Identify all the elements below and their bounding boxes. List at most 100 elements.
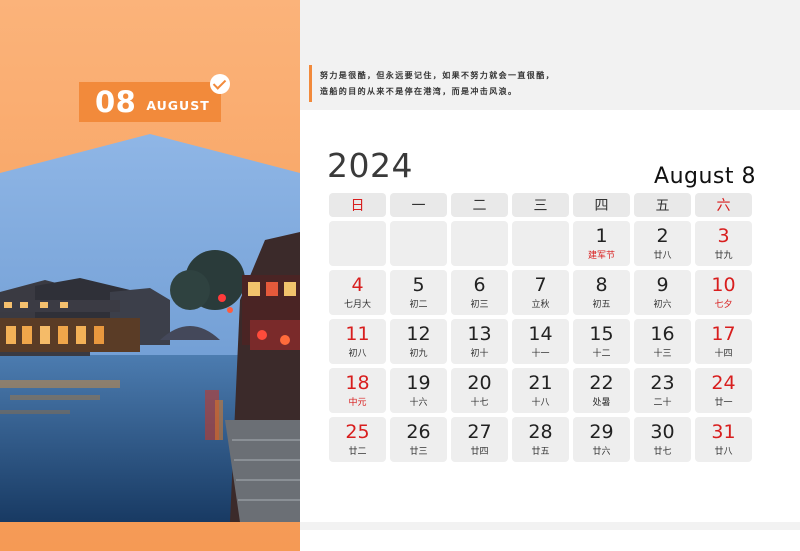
- lunar-date: 廿三: [409, 447, 428, 457]
- calendar-day-cell[interactable]: 11 初八: [329, 319, 386, 364]
- calendar-day-cell[interactable]: 27 廿四: [451, 417, 508, 462]
- day-number: 10: [711, 274, 736, 296]
- day-number: 19: [406, 372, 431, 394]
- calendar-grid: 日 一 二 三 四 五 六 1 建军节 2 廿八 3 廿九 4 七月大 5 初二 6 初三 7 立秋 8 初五…: [329, 193, 752, 462]
- day-number: 26: [406, 421, 431, 443]
- calendar-day-cell[interactable]: 29 廿六: [573, 417, 630, 462]
- calendar-day-cell[interactable]: 19 十六: [390, 368, 447, 413]
- day-number: 9: [656, 274, 669, 296]
- calendar-day-cell[interactable]: 26 廿三: [390, 417, 447, 462]
- lunar-date: 七夕: [714, 300, 733, 310]
- day-number: 31: [711, 421, 736, 443]
- weekday-header: 一: [390, 193, 447, 217]
- calendar-day-cell[interactable]: 3 廿九: [695, 221, 752, 266]
- calendar-day-cell[interactable]: 22 处暑: [573, 368, 630, 413]
- day-number: 29: [589, 421, 614, 443]
- weekday-header: 六: [695, 193, 752, 217]
- calendar-day-cell[interactable]: 17 十四: [695, 319, 752, 364]
- day-number: 22: [589, 372, 614, 394]
- calendar-day-cell[interactable]: 7 立秋: [512, 270, 569, 315]
- weekday-header: 日: [329, 193, 386, 217]
- quote-line-2: 造船的目的从来不是停在港湾，而是冲击风浪。: [320, 87, 518, 96]
- month-badge: 08 AUGUST: [79, 82, 221, 122]
- day-number: 23: [650, 372, 675, 394]
- calendar-day-cell[interactable]: 15 十二: [573, 319, 630, 364]
- lunar-date: 中元: [348, 398, 367, 408]
- calendar-day-cell[interactable]: 12 初九: [390, 319, 447, 364]
- day-number: 7: [534, 274, 547, 296]
- lunar-date: 十三: [653, 349, 672, 359]
- lunar-date: 建军节: [587, 251, 615, 261]
- calendar-day-cell[interactable]: 23 二十: [634, 368, 691, 413]
- lunar-date: 十八: [531, 398, 550, 408]
- day-number: 28: [528, 421, 553, 443]
- calendar-day-cell[interactable]: 8 初五: [573, 270, 630, 315]
- lunar-date: 立秋: [531, 300, 550, 310]
- calendar-empty-cell: [390, 221, 447, 266]
- calendar-day-cell[interactable]: 2 廿八: [634, 221, 691, 266]
- lunar-date: 廿五: [531, 447, 550, 457]
- lunar-date: 十四: [714, 349, 733, 359]
- calendar-day-cell[interactable]: 24 廿一: [695, 368, 752, 413]
- day-number: 13: [467, 323, 492, 345]
- lunar-date: 初五: [592, 300, 611, 310]
- calendar-empty-cell: [512, 221, 569, 266]
- calendar-day-cell[interactable]: 31 廿八: [695, 417, 752, 462]
- lunar-date: 初六: [653, 300, 672, 310]
- calendar-day-cell[interactable]: 21 十八: [512, 368, 569, 413]
- calendar-year: 2024: [327, 146, 413, 185]
- calendar-day-cell[interactable]: 28 廿五: [512, 417, 569, 462]
- lunar-date: 十六: [409, 398, 428, 408]
- day-number: 12: [406, 323, 431, 345]
- calendar-month-title: August 8: [654, 164, 756, 189]
- day-number: 16: [650, 323, 675, 345]
- day-number: 24: [711, 372, 736, 394]
- lunar-date: 廿八: [653, 251, 672, 261]
- day-number: 1: [595, 225, 608, 247]
- day-number: 21: [528, 372, 553, 394]
- calendar-day-cell[interactable]: 25 廿二: [329, 417, 386, 462]
- calendar-day-cell[interactable]: 4 七月大: [329, 270, 386, 315]
- calendar-day-cell[interactable]: 1 建军节: [573, 221, 630, 266]
- calendar-day-cell[interactable]: 14 十一: [512, 319, 569, 364]
- calendar-day-cell[interactable]: 10 七夕: [695, 270, 752, 315]
- calendar-day-cell[interactable]: 6 初三: [451, 270, 508, 315]
- weekday-header: 四: [573, 193, 630, 217]
- day-number: 8: [595, 274, 608, 296]
- lunar-date: 十二: [592, 349, 611, 359]
- calendar-empty-cell: [451, 221, 508, 266]
- weekday-header: 二: [451, 193, 508, 217]
- lunar-date: 初九: [409, 349, 428, 359]
- lunar-date: 廿一: [714, 398, 733, 408]
- lunar-date: 初二: [409, 300, 428, 310]
- check-circle-icon: [210, 74, 230, 94]
- calendar-day-cell[interactable]: 18 中元: [329, 368, 386, 413]
- lunar-date: 处暑: [592, 398, 611, 408]
- lunar-date: 廿八: [714, 447, 733, 457]
- calendar-day-cell[interactable]: 13 初十: [451, 319, 508, 364]
- day-number: 20: [467, 372, 492, 394]
- weekday-header: 五: [634, 193, 691, 217]
- lunar-date: 初八: [348, 349, 367, 359]
- lunar-date: 廿七: [653, 447, 672, 457]
- month-name: AUGUST: [146, 98, 210, 113]
- lunar-date: 初三: [470, 300, 489, 310]
- bottom-band: [300, 522, 800, 530]
- calendar-day-cell[interactable]: 20 十七: [451, 368, 508, 413]
- day-number: 4: [351, 274, 364, 296]
- day-number: 2: [656, 225, 669, 247]
- lunar-date: 初十: [470, 349, 489, 359]
- day-number: 6: [473, 274, 486, 296]
- day-number: 25: [345, 421, 370, 443]
- cover-panel: 08 AUGUST: [0, 0, 300, 551]
- calendar-day-cell[interactable]: 5 初二: [390, 270, 447, 315]
- calendar-day-cell[interactable]: 16 十三: [634, 319, 691, 364]
- day-number: 15: [589, 323, 614, 345]
- day-number: 27: [467, 421, 492, 443]
- lunar-date: 七月大: [343, 300, 371, 310]
- day-number: 11: [345, 323, 370, 345]
- weekday-header: 三: [512, 193, 569, 217]
- calendar-day-cell[interactable]: 9 初六: [634, 270, 691, 315]
- lunar-date: 廿四: [470, 447, 489, 457]
- calendar-day-cell[interactable]: 30 廿七: [634, 417, 691, 462]
